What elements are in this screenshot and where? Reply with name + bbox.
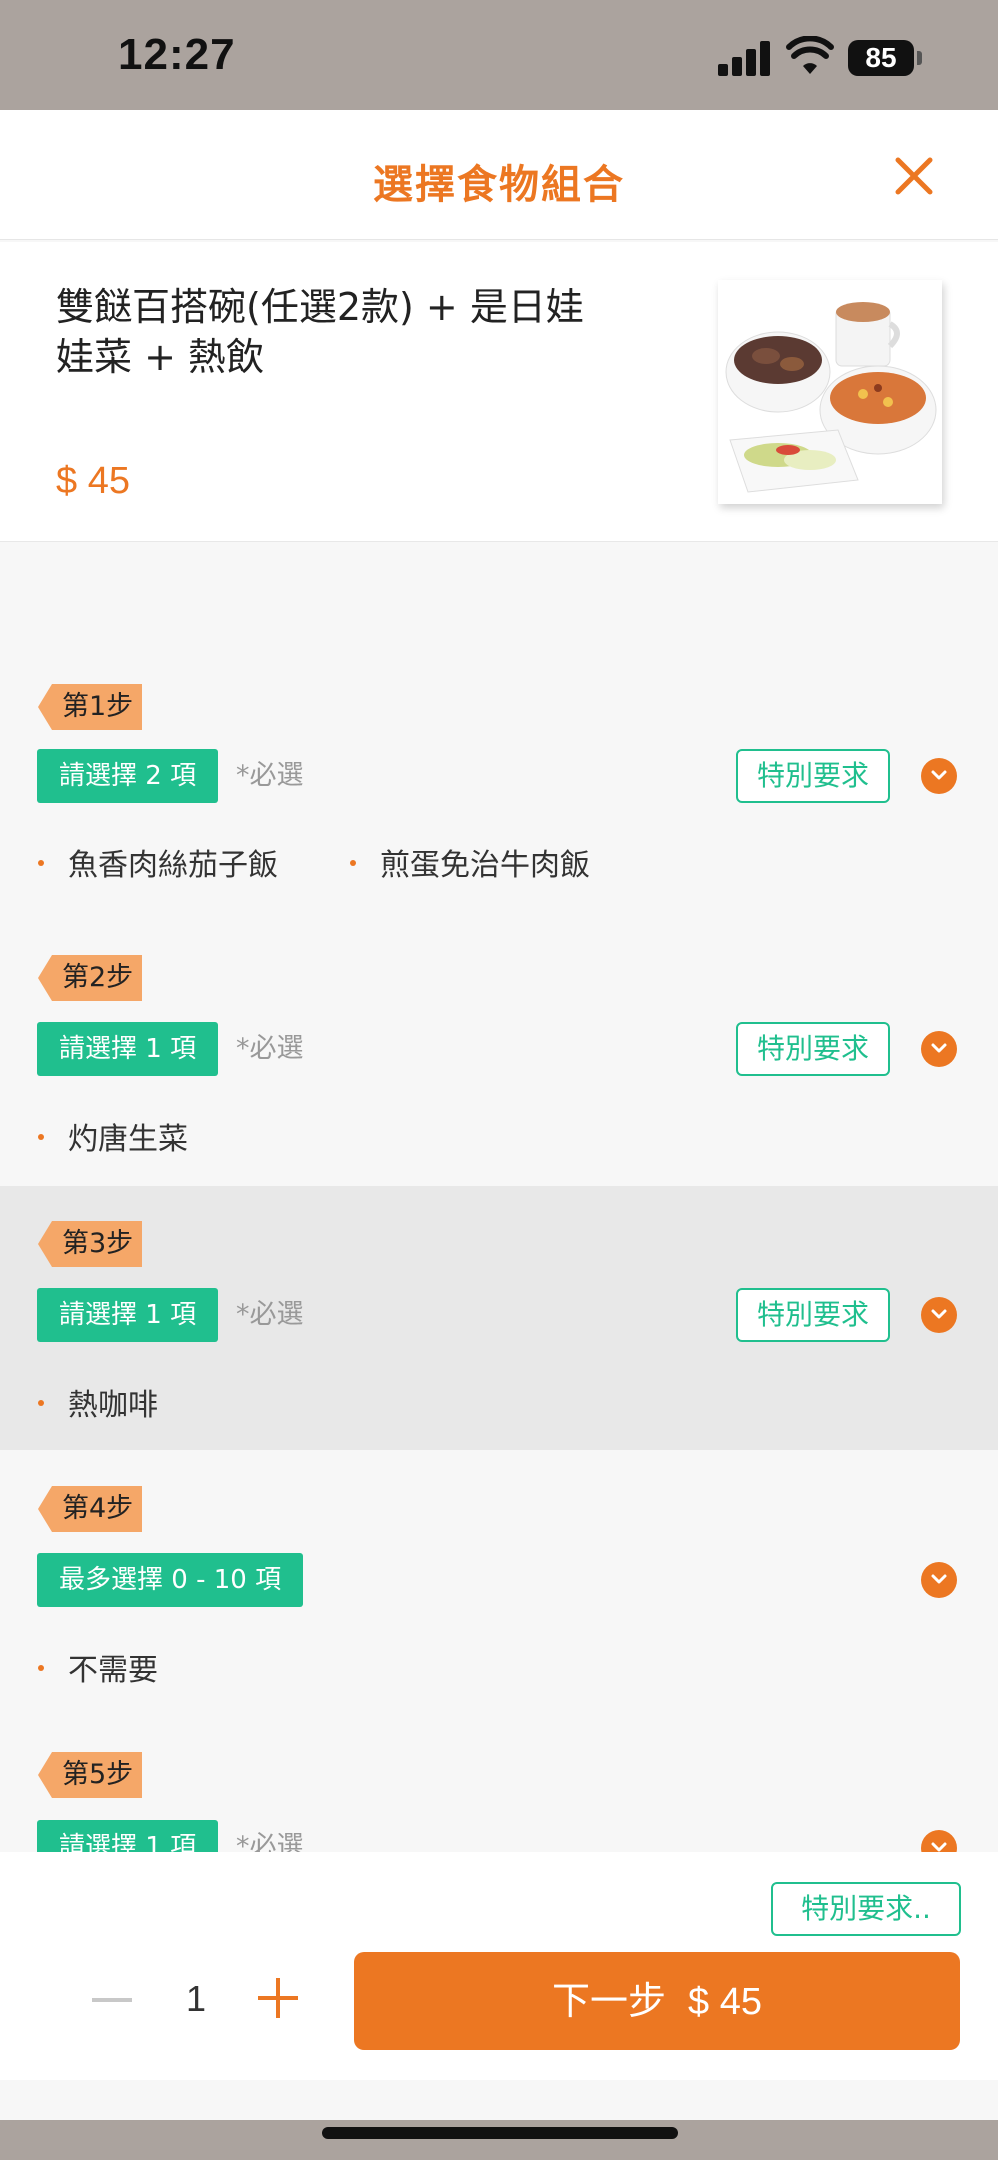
page-title: 選擇食物組合 [373,162,625,208]
step-tag: 第2步 [38,955,142,1001]
required-label: *必選 [236,1831,304,1852]
special-request-button[interactable]: 特別要求 [736,1022,890,1076]
step-tag: 第5步 [38,1752,142,1798]
modal-header: 選擇食物組合 [0,110,998,240]
item-label: 不需要 [68,1653,158,1688]
battery-nub [917,51,922,65]
required-label: *必選 [236,1033,304,1064]
status-bar: 12:27 85 [0,0,998,110]
bullet-dot [38,1133,44,1140]
next-step-label: 下一步 [552,1979,667,2023]
choose-count-badge: 請選擇 1 項 [37,1820,219,1852]
step-4-section: 第4步 最多選擇 0 - 10 項 不需要 [0,1450,998,1710]
chevron-down-icon[interactable] [921,1562,957,1598]
chevron-down-icon[interactable] [921,758,957,794]
step-tag: 第4步 [38,1486,142,1532]
chevron-down-icon[interactable] [921,1830,957,1852]
bullet-dot [38,1664,44,1671]
required-label: *必選 [236,760,304,791]
list-item[interactable]: 不需要 [38,1645,158,1689]
choose-count-badge: 請選擇 1 項 [37,1022,219,1076]
bullet-dot [38,1399,44,1406]
special-request-button[interactable]: 特別要求 [736,1288,890,1342]
required-label: *必選 [236,1299,304,1330]
home-bar-area [0,2120,998,2160]
plus-icon[interactable] [258,1978,298,2018]
product-price: $ 45 [56,460,130,502]
item-label: 煎蛋免治牛肉飯 [380,848,590,883]
cellular-signal-icon [718,40,772,76]
list-item[interactable]: 灼唐生菜 [38,1114,188,1158]
choose-count-badge: 請選擇 1 項 [37,1288,219,1342]
next-step-button[interactable]: 下一步 $ 45 [354,1952,960,2050]
minus-icon[interactable] [92,1998,132,2002]
special-request-button[interactable]: 特別要求.. [771,1882,961,1936]
choose-count-badge: 最多選擇 0 - 10 項 [37,1553,304,1607]
step-2-section: 第2步 請選擇 1 項 *必選 特別要求 灼唐生菜 [0,944,998,1186]
wifi-icon [786,36,834,74]
step-tag: 第1步 [38,684,142,730]
close-icon[interactable] [890,152,938,200]
special-request-button[interactable]: 特別要求 [736,749,890,803]
chevron-down-icon[interactable] [921,1031,957,1067]
product-name: 雙餸百搭碗(任選2款) + 是日娃娃菜 + 熱飲 [56,285,584,379]
list-item[interactable]: 魚香肉絲茄子飯 [38,840,278,884]
item-label: 灼唐生菜 [68,1122,188,1157]
list-item[interactable]: 煎蛋免治牛肉飯 [350,840,590,884]
bullet-dot [38,859,44,866]
home-indicator[interactable] [322,2127,678,2139]
choose-count-badge: 請選擇 2 項 [37,749,219,803]
item-label: 熱咖啡 [68,1388,158,1423]
step-tag: 第3步 [38,1221,142,1267]
quantity-value: 1 [185,1978,207,2019]
step-5-section: 第5步 請選擇 1 項 *必選 [0,1710,998,1852]
status-time: 12:27 [118,30,236,79]
product-image [718,280,942,504]
product-card: 雙餸百搭碗(任選2款) + 是日娃娃菜 + 熱飲 $ 45 [0,242,998,542]
list-item[interactable]: 熱咖啡 [38,1380,158,1424]
battery-icon: 85 [848,40,914,76]
next-step-price: $ 45 [688,1981,762,2023]
bullet-dot [350,859,356,866]
chevron-down-icon[interactable] [921,1297,957,1333]
step-3-section: 第3步 請選擇 1 項 *必選 特別要求 熱咖啡 [0,1186,998,1450]
order-footer: 特別要求.. 1 下一步 $ 45 [0,1852,998,2080]
item-label: 魚香肉絲茄子飯 [68,848,278,883]
